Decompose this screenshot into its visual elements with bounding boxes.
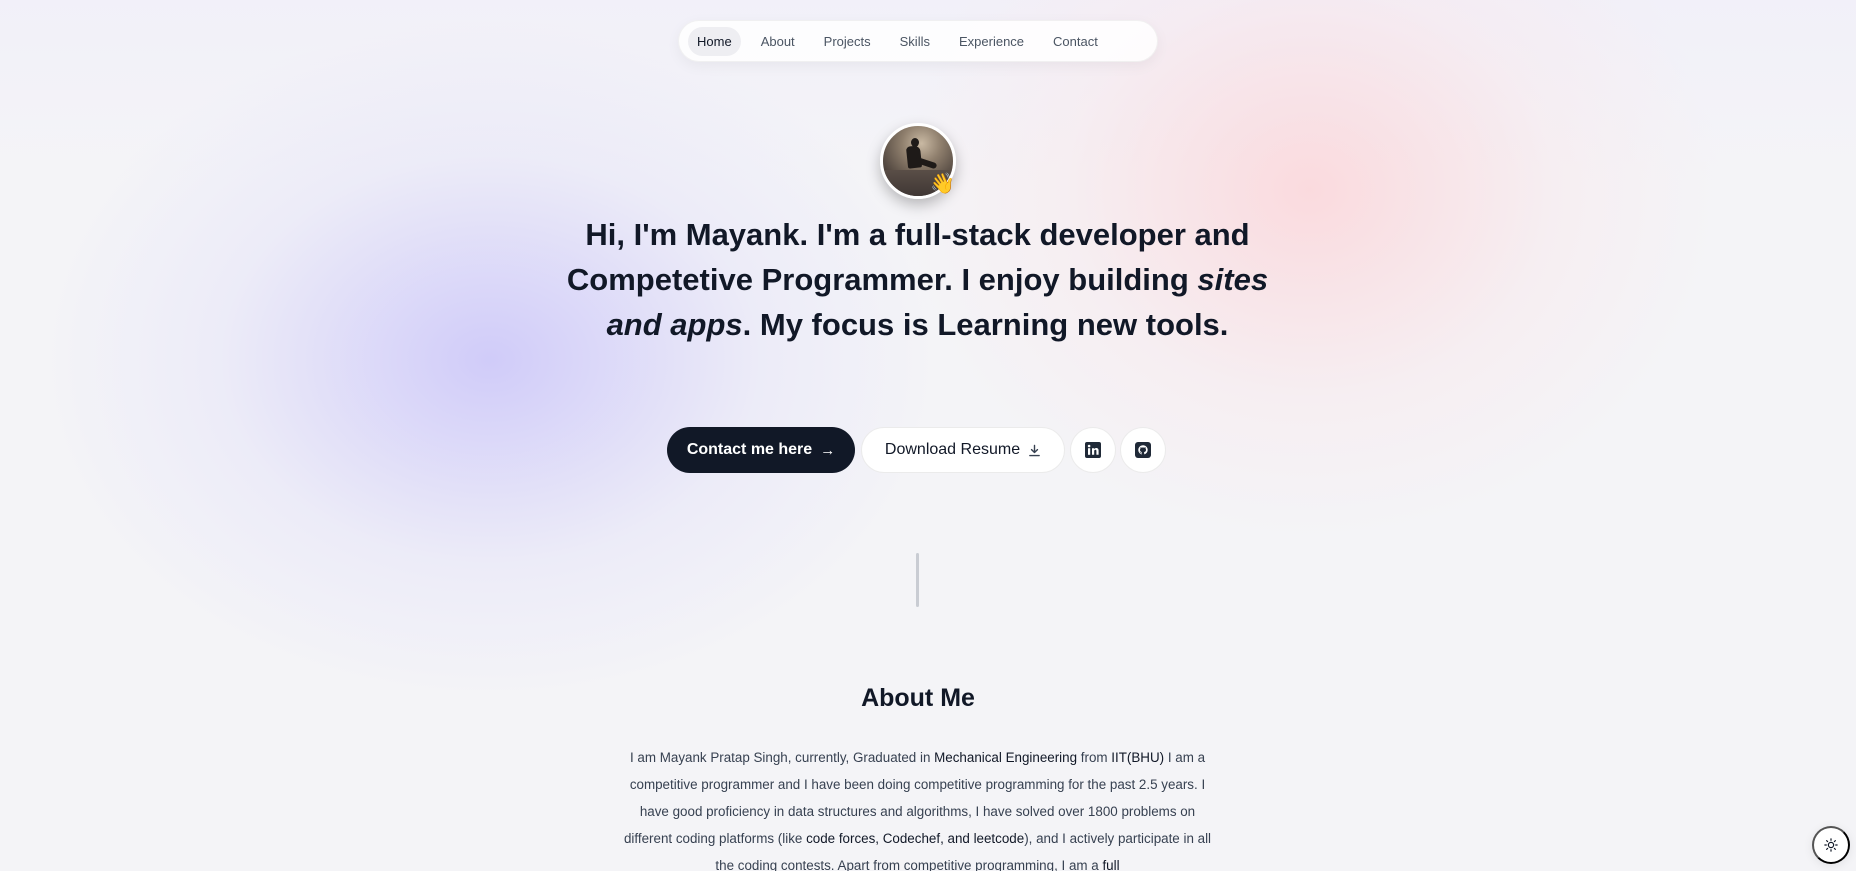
about-highlight-degree: Mechanical Engineering	[934, 750, 1078, 765]
headline-role-cp: Competetive Programmer	[566, 262, 945, 297]
hero-headline: Hi, I'm Mayank. I'm a full-stack develop…	[560, 212, 1275, 347]
about-highlight-full: full	[1102, 858, 1120, 871]
contact-me-label: Contact me here	[686, 441, 813, 458]
theme-toggle-button[interactable]	[1812, 826, 1850, 864]
download-resume-label: Download Resume	[884, 441, 1021, 458]
contact-me-button[interactable]: Contact me here →	[667, 427, 855, 473]
headline-focus: Learning new tools.	[937, 307, 1229, 342]
background-blob-violet	[40, 20, 940, 700]
nav-item-skills[interactable]: Skills	[891, 27, 939, 56]
github-icon	[1135, 442, 1151, 458]
headline-text: I'm a	[808, 217, 895, 252]
linkedin-icon	[1085, 442, 1101, 458]
nav-item-contact[interactable]: Contact	[1044, 27, 1107, 56]
download-resume-button[interactable]: Download Resume	[861, 427, 1065, 473]
about-highlight-platforms: code forces, Codechef, and leetcode	[806, 831, 1025, 846]
about-paragraph: I am Mayank Pratap Singh, currently, Gra…	[617, 744, 1218, 871]
nav-item-projects[interactable]: Projects	[815, 27, 880, 56]
arrow-right-icon: →	[820, 441, 836, 459]
nav-item-home[interactable]: Home	[688, 26, 741, 56]
linkedin-button[interactable]	[1070, 427, 1116, 473]
about-text: from	[1077, 750, 1112, 765]
waving-hand-icon: 👋	[930, 173, 955, 195]
headline-text: . My focus is	[742, 307, 938, 342]
nav-item-about[interactable]: About	[752, 27, 804, 56]
sun-icon	[1824, 838, 1838, 852]
section-divider	[916, 553, 919, 607]
headline-greeting: Hi, I'm Mayank.	[585, 217, 809, 252]
headline-text: and	[1185, 217, 1250, 252]
nav-item-experience[interactable]: Experience	[950, 27, 1033, 56]
headline-text: . I enjoy building	[944, 262, 1198, 297]
about-section-title: About Me	[861, 684, 975, 712]
headline-role-fullstack: full-stack developer	[894, 217, 1186, 252]
top-nav: Home About Projects Skills Experience Co…	[678, 20, 1158, 62]
github-button[interactable]	[1120, 427, 1166, 473]
about-highlight-college: IIT(BHU)	[1111, 750, 1165, 765]
download-icon	[1029, 444, 1040, 456]
about-text: I am Mayank Pratap Singh, currently, Gra…	[629, 750, 935, 765]
